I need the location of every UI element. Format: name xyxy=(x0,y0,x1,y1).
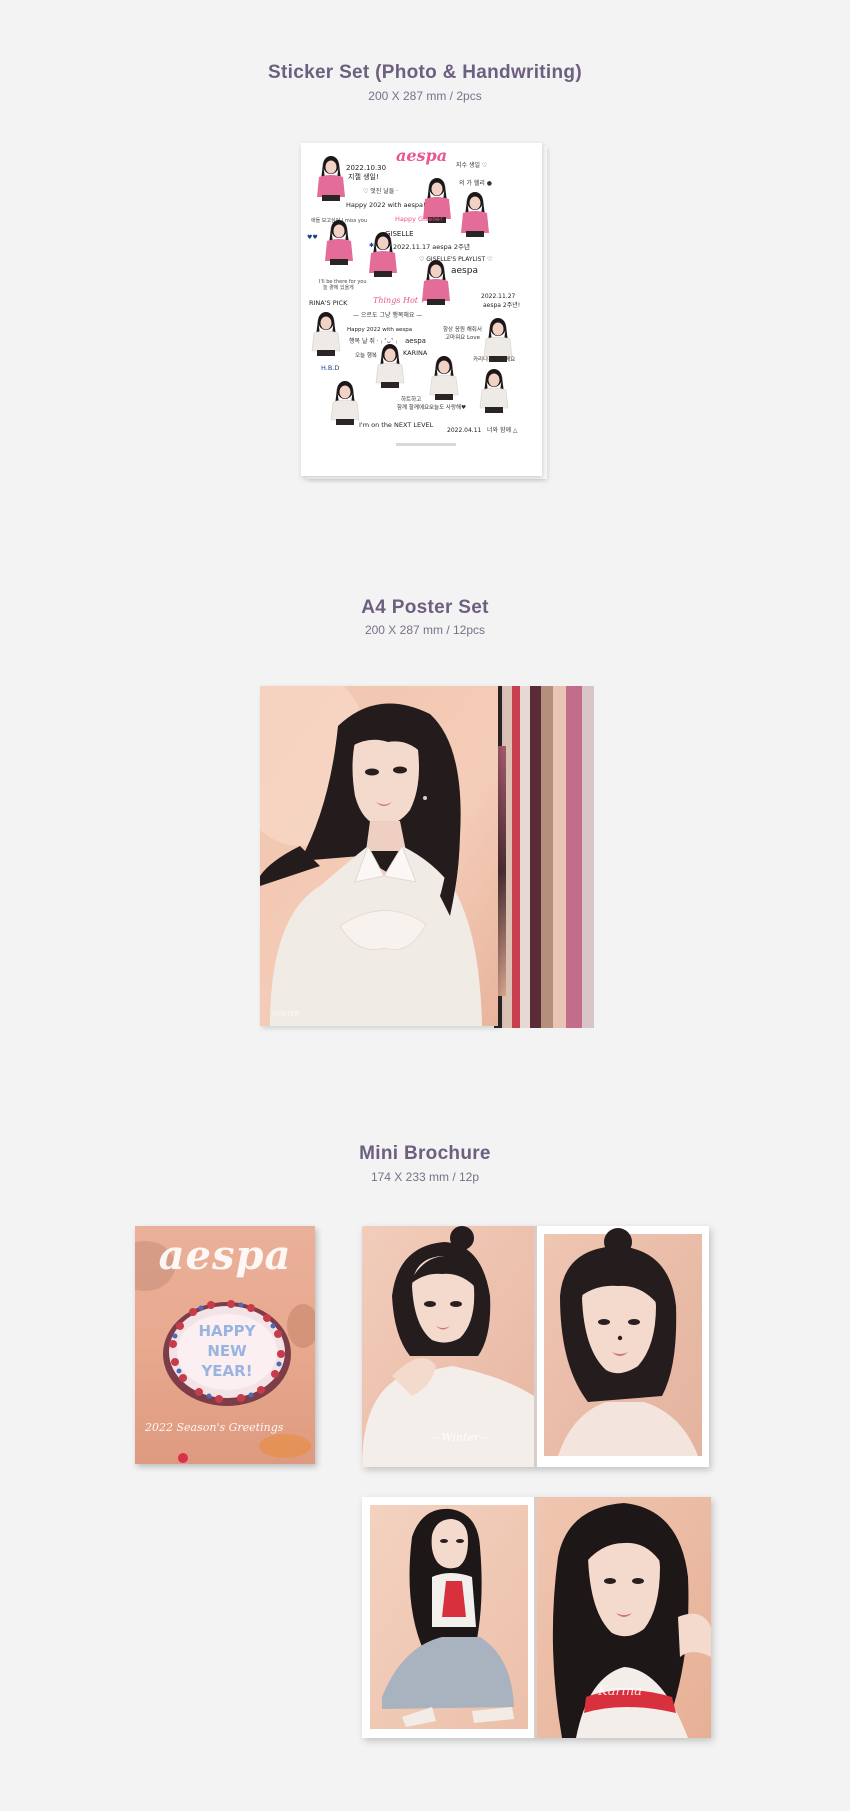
svg-text:♡ GISELLE'S PLAYLIST ♡: ♡ GISELLE'S PLAYLIST ♡ xyxy=(419,256,492,263)
svg-text:지수 생일 ♡: 지수 생일 ♡ xyxy=(456,161,487,169)
sticker-note: 2022.10.30 xyxy=(346,164,386,172)
svg-text:aespa 2주년!: aespa 2주년! xyxy=(483,301,520,309)
svg-text:하트하고: 하트하고 xyxy=(401,395,421,403)
sticker-note: 2022.11.17 aespa 2주년 xyxy=(393,242,470,251)
svg-text:오늘도 사랑해♥: 오늘도 사랑해♥ xyxy=(429,403,466,411)
svg-text:Karina: Karina xyxy=(597,1684,642,1699)
svg-text:♥♥: ♥♥ xyxy=(307,234,318,241)
brochure-cover: HAPPY NEW YEAR! aespa 2022 Season's Gree… xyxy=(135,1226,315,1464)
sticker-note: 2022.04.11 xyxy=(447,427,482,434)
sticker-note: H.B.D xyxy=(321,364,339,372)
sticker-note: Happy 2022 with aespa xyxy=(347,327,412,333)
mini-brochure-spec: 174 X 233 mm / 12p xyxy=(370,1170,480,1184)
brochure-cover-logo: aespa xyxy=(158,1232,292,1279)
svg-text:의 가 헬리 ●: 의 가 헬리 ● xyxy=(459,179,492,187)
sticker-sheet-image: 2022.10.30 지젤 생일! aespa 지수 생일 ♡ ♡ 멋진 날들 … xyxy=(301,143,542,476)
poster-set-spec: 200 X 287 mm / 12pcs xyxy=(364,623,486,637)
sticker-set-spec: 200 X 287 mm / 2pcs xyxy=(368,89,482,103)
cake-text-line: YEAR! xyxy=(200,1362,252,1380)
sticker-logo: aespa xyxy=(396,146,447,165)
svg-text:~Winter~: ~Winter~ xyxy=(432,1431,488,1444)
poster-set-title: A4 Poster Set xyxy=(361,597,489,618)
svg-text:♡ 멋진 날들 ·: ♡ 멋진 날들 · xyxy=(363,187,398,195)
brochure-spread-winter: ~Winter~ xyxy=(362,1226,709,1467)
sticker-note: aespa xyxy=(451,266,478,276)
svg-text:WINTER: WINTER xyxy=(272,1010,300,1018)
svg-text:카리나는 신이에요: 카리나는 신이에요 xyxy=(473,355,515,363)
svg-text:너와 함께 △: 너와 함께 △ xyxy=(487,426,518,434)
sticker-set-title: Sticker Set (Photo & Handwriting) xyxy=(268,62,582,83)
svg-text:Happy Giselle!: Happy Giselle! xyxy=(395,215,442,223)
cake-text-line: HAPPY xyxy=(198,1322,256,1340)
brochure-cover-footer: 2022 Season's Greetings xyxy=(145,1421,284,1434)
sticker-note: KARINA xyxy=(403,349,428,357)
brochure-spread-karina: Karina xyxy=(362,1497,711,1738)
sticker-note: Happy 2022 with aespa! xyxy=(346,201,426,209)
sticker-photo xyxy=(317,156,345,201)
svg-text:aespa: aespa xyxy=(405,337,426,345)
svg-text:행복 날 쥐 · ₍ ˃ᴗ˂ ₎: 행복 날 쥐 · ₍ ˃ᴗ˂ ₎ xyxy=(349,337,398,345)
sticker-note: 지젤 생일! xyxy=(348,172,379,181)
svg-text:오늘 행복: 오늘 행복 xyxy=(355,351,377,359)
poster-front-photo: WINTER xyxy=(260,686,498,1026)
svg-text:고마워요 Love: 고마워요 Love xyxy=(445,333,481,341)
svg-text:Things Hot ↗: Things Hot ↗ xyxy=(373,296,427,305)
sticker-note: RINA'S PICK xyxy=(309,299,348,307)
sticker-note: I'm on the NEXT LEVEL xyxy=(359,421,434,429)
svg-text:— 으르도 그냥 행복해요 —: — 으르도 그냥 행복해요 — xyxy=(353,311,422,319)
mini-brochure-title: Mini Brochure xyxy=(359,1143,491,1164)
cake-text-line: NEW xyxy=(207,1342,247,1360)
svg-text:항상 응원 해줘서: 항상 응원 해줘서 xyxy=(443,325,482,333)
svg-text:늘 곁에 있을게: 늘 곁에 있을게 xyxy=(323,284,354,291)
sticker-note: 2022.11.27 xyxy=(481,293,516,300)
